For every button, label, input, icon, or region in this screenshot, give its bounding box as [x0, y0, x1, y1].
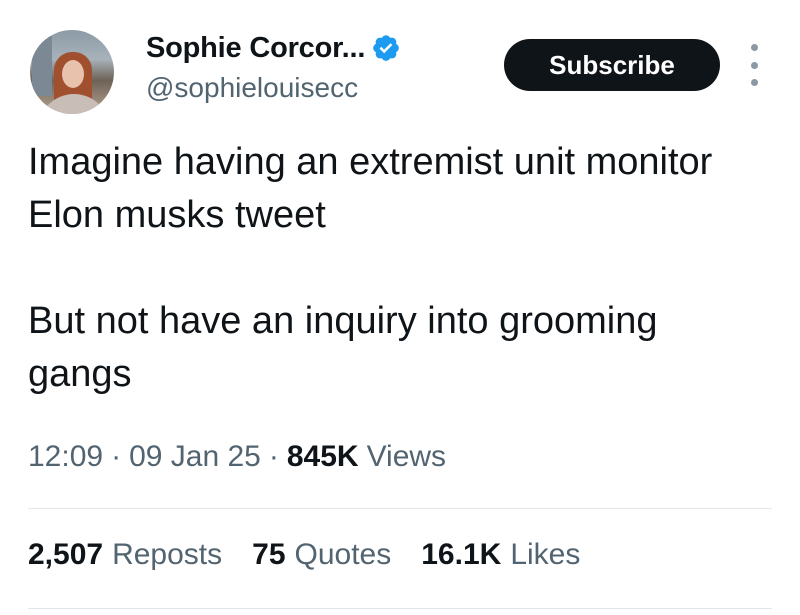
more-dot [750, 79, 758, 86]
more-options-icon[interactable] [744, 44, 764, 86]
tweet-meta: 12:09 · 09 Jan 25 · 845K Views [28, 440, 446, 474]
display-name[interactable]: Sophie Corcor... [146, 32, 365, 65]
tweet-time[interactable]: 12:09 [28, 440, 103, 474]
views-count: 845K [286, 440, 359, 473]
divider [28, 608, 772, 609]
meta-separator: · [111, 440, 122, 473]
divider [28, 508, 772, 509]
avatar-background [32, 36, 52, 96]
engagement-stats: 2,507 Reposts 75 Quotes 16.1K Likes [28, 538, 610, 572]
more-dot [750, 61, 758, 69]
verified-badge-icon[interactable] [371, 33, 401, 63]
tweet-date[interactable]: 09 Jan 25 [129, 440, 261, 474]
tweet-header: Sophie Corcor... @sophielouisecc Subscri… [0, 0, 800, 135]
quotes-stat[interactable]: 75 Quotes [252, 538, 391, 572]
quotes-count: 75 [252, 538, 286, 571]
tweet-text: Imagine having an extremist unit monitor… [28, 136, 768, 401]
likes-label: Likes [510, 538, 581, 571]
avatar[interactable] [30, 30, 114, 114]
quotes-label: Quotes [294, 538, 392, 571]
reposts-count: 2,507 [28, 538, 104, 571]
user-handle[interactable]: @sophielouisecc [146, 72, 358, 104]
avatar-face [62, 60, 84, 88]
avatar-shoulders [38, 94, 110, 114]
likes-stat[interactable]: 16.1K Likes [421, 538, 580, 572]
display-name-row: Sophie Corcor... [146, 28, 401, 68]
more-dot [750, 44, 758, 51]
reposts-stat[interactable]: 2,507 Reposts [28, 538, 222, 572]
tweet-paragraph: But not have an inquiry into grooming ga… [28, 300, 658, 395]
reposts-label: Reposts [112, 538, 223, 571]
views-label: Views [366, 440, 447, 473]
tweet-paragraph: Imagine having an extremist unit monitor… [28, 141, 713, 236]
meta-separator: · [268, 440, 279, 473]
likes-count: 16.1K [421, 538, 502, 571]
subscribe-button[interactable]: Subscribe [504, 39, 720, 91]
